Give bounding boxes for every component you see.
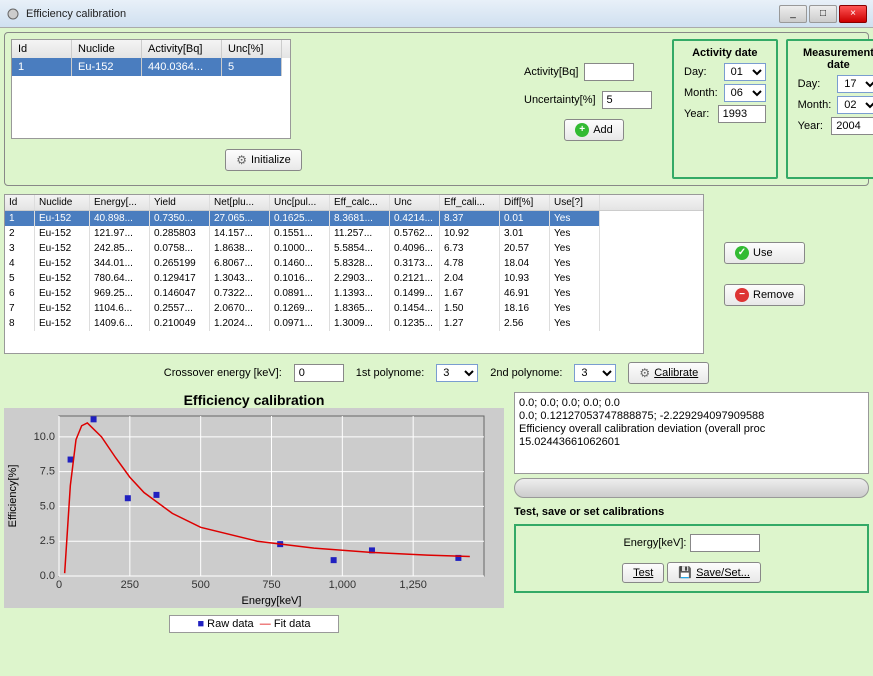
col-header[interactable]: Unc[pul... [270, 195, 330, 210]
gear-icon: ⚙ [639, 366, 650, 380]
remove-button[interactable]: −Remove [724, 284, 805, 306]
col-header[interactable]: Unc [390, 195, 440, 210]
col-header[interactable]: Yield [150, 195, 210, 210]
activity-day-select[interactable]: 01 [724, 63, 766, 81]
col-header[interactable]: Id [5, 195, 35, 210]
svg-text:Energy[keV]: Energy[keV] [242, 595, 302, 607]
svg-text:7.5: 7.5 [40, 466, 55, 478]
svg-text:500: 500 [191, 579, 209, 591]
col-activity[interactable]: Activity[Bq] [142, 40, 222, 58]
svg-text:0.0: 0.0 [40, 570, 55, 582]
col-id[interactable]: Id [12, 40, 72, 58]
svg-text:2.5: 2.5 [40, 535, 55, 547]
table-row[interactable]: 5Eu-152780.64...0.1294171.3043...0.1016.… [5, 271, 703, 286]
col-header[interactable]: Use[?] [550, 195, 600, 210]
gear-icon: ⚙ [236, 153, 247, 167]
add-button[interactable]: +Add [564, 119, 624, 141]
peaks-table[interactable]: IdNuclideEnergy[...YieldNet[plu...Unc[pu… [4, 194, 704, 354]
meas-year-input[interactable] [831, 117, 873, 135]
uncertainty-input[interactable] [602, 91, 652, 109]
table-row[interactable]: 7Eu-1521104.6...0.2557...2.0670...0.1269… [5, 301, 703, 316]
activity-input[interactable] [584, 63, 634, 81]
activity-label: Activity[Bq] [524, 66, 578, 78]
maximize-button[interactable]: □ [809, 5, 837, 23]
close-button[interactable]: × [839, 5, 867, 23]
initialize-button[interactable]: ⚙Initialize [225, 149, 302, 171]
source-panel: Id Nuclide Activity[Bq] Unc[%] 1 Eu-152 … [4, 32, 869, 186]
poly2-select[interactable]: 3 [574, 364, 616, 382]
col-header[interactable]: Energy[... [90, 195, 150, 210]
test-energy-input[interactable] [690, 534, 760, 552]
check-icon: ✓ [735, 246, 749, 260]
minimize-button[interactable]: _ [779, 5, 807, 23]
col-header[interactable]: Nuclide [35, 195, 90, 210]
crossover-input[interactable] [294, 364, 344, 382]
table-row[interactable]: 4Eu-152344.01...0.2651996.8067...0.1460.… [5, 256, 703, 271]
efficiency-chart: 0 250 500 750 1,000 1,250 0.0 2.5 5.0 7.5 10.0 Ener… [4, 408, 504, 608]
col-nuclide[interactable]: Nuclide [72, 40, 142, 58]
source-table[interactable]: Id Nuclide Activity[Bq] Unc[%] 1 Eu-152 … [11, 39, 291, 139]
col-unc[interactable]: Unc[%] [222, 40, 282, 58]
measurement-date-box: Measurement date Day:17 Month:02 Year: [786, 39, 873, 179]
table-row[interactable]: 6Eu-152969.25...0.1460470.7322...0.0891.… [5, 286, 703, 301]
svg-text:Efficiency[%]: Efficiency[%] [7, 465, 19, 528]
svg-text:5.0: 5.0 [40, 500, 55, 512]
calibration-controls: Crossover energy [keV]: 1st polynome: 3 … [4, 362, 869, 384]
test-button[interactable]: Test [622, 563, 664, 583]
app-icon [6, 7, 20, 21]
meas-month-select[interactable]: 02 [837, 96, 873, 114]
window-titlebar: Efficiency calibration _ □ × [0, 0, 873, 28]
svg-text:750: 750 [262, 579, 280, 591]
col-header[interactable]: Net[plu... [210, 195, 270, 210]
svg-text:10.0: 10.0 [34, 431, 55, 443]
table-row[interactable]: 8Eu-1521409.6...0.2100491.2024...0.0971.… [5, 316, 703, 331]
table-row[interactable]: 3Eu-152242.85...0.0758...1.8638...0.1000… [5, 241, 703, 256]
activity-date-box: Activity date Day:01 Month:06 Year: [672, 39, 778, 179]
poly1-select[interactable]: 3 [436, 364, 478, 382]
use-button[interactable]: ✓Use [724, 242, 805, 264]
table-row[interactable]: 1 Eu-152 440.0364... 5 [12, 58, 290, 76]
minus-icon: − [735, 288, 749, 302]
svg-text:250: 250 [121, 579, 139, 591]
col-header[interactable]: Eff_calc... [330, 195, 390, 210]
svg-text:0: 0 [56, 579, 62, 591]
svg-text:1,000: 1,000 [329, 579, 357, 591]
chart-title: Efficiency calibration [4, 392, 504, 408]
col-header[interactable]: Eff_cali... [440, 195, 500, 210]
save-icon: 💾 [678, 566, 692, 579]
scroll-handle[interactable] [514, 478, 869, 498]
meas-day-select[interactable]: 17 [837, 75, 873, 93]
plus-icon: + [575, 123, 589, 137]
activity-year-input[interactable] [718, 105, 766, 123]
calibrate-button[interactable]: ⚙Calibrate [628, 362, 709, 384]
col-header[interactable]: Diff[%] [500, 195, 550, 210]
svg-text:1,250: 1,250 [399, 579, 427, 591]
table-row[interactable]: 1Eu-15240.898...0.7350...27.065...0.1625… [5, 211, 703, 226]
test-panel: Energy[keV]: Test 💾Save/Set... [514, 524, 869, 593]
uncertainty-label: Uncertainty[%] [524, 94, 596, 106]
activity-month-select[interactable]: 06 [724, 84, 766, 102]
save-set-button[interactable]: 💾Save/Set... [667, 562, 761, 583]
table-row[interactable]: 2Eu-152121.97...0.28580314.157...0.1551.… [5, 226, 703, 241]
chart-legend: ■ Raw data — Fit data [169, 615, 339, 633]
test-panel-title: Test, save or set calibrations [514, 506, 869, 518]
chart-panel: Efficiency calibration 0 250 500 750 1,000 1,… [4, 392, 504, 637]
log-output: 0.0; 0.0; 0.0; 0.0; 0.0 0.0; 0.121270537… [514, 392, 869, 474]
window-title: Efficiency calibration [26, 8, 777, 20]
